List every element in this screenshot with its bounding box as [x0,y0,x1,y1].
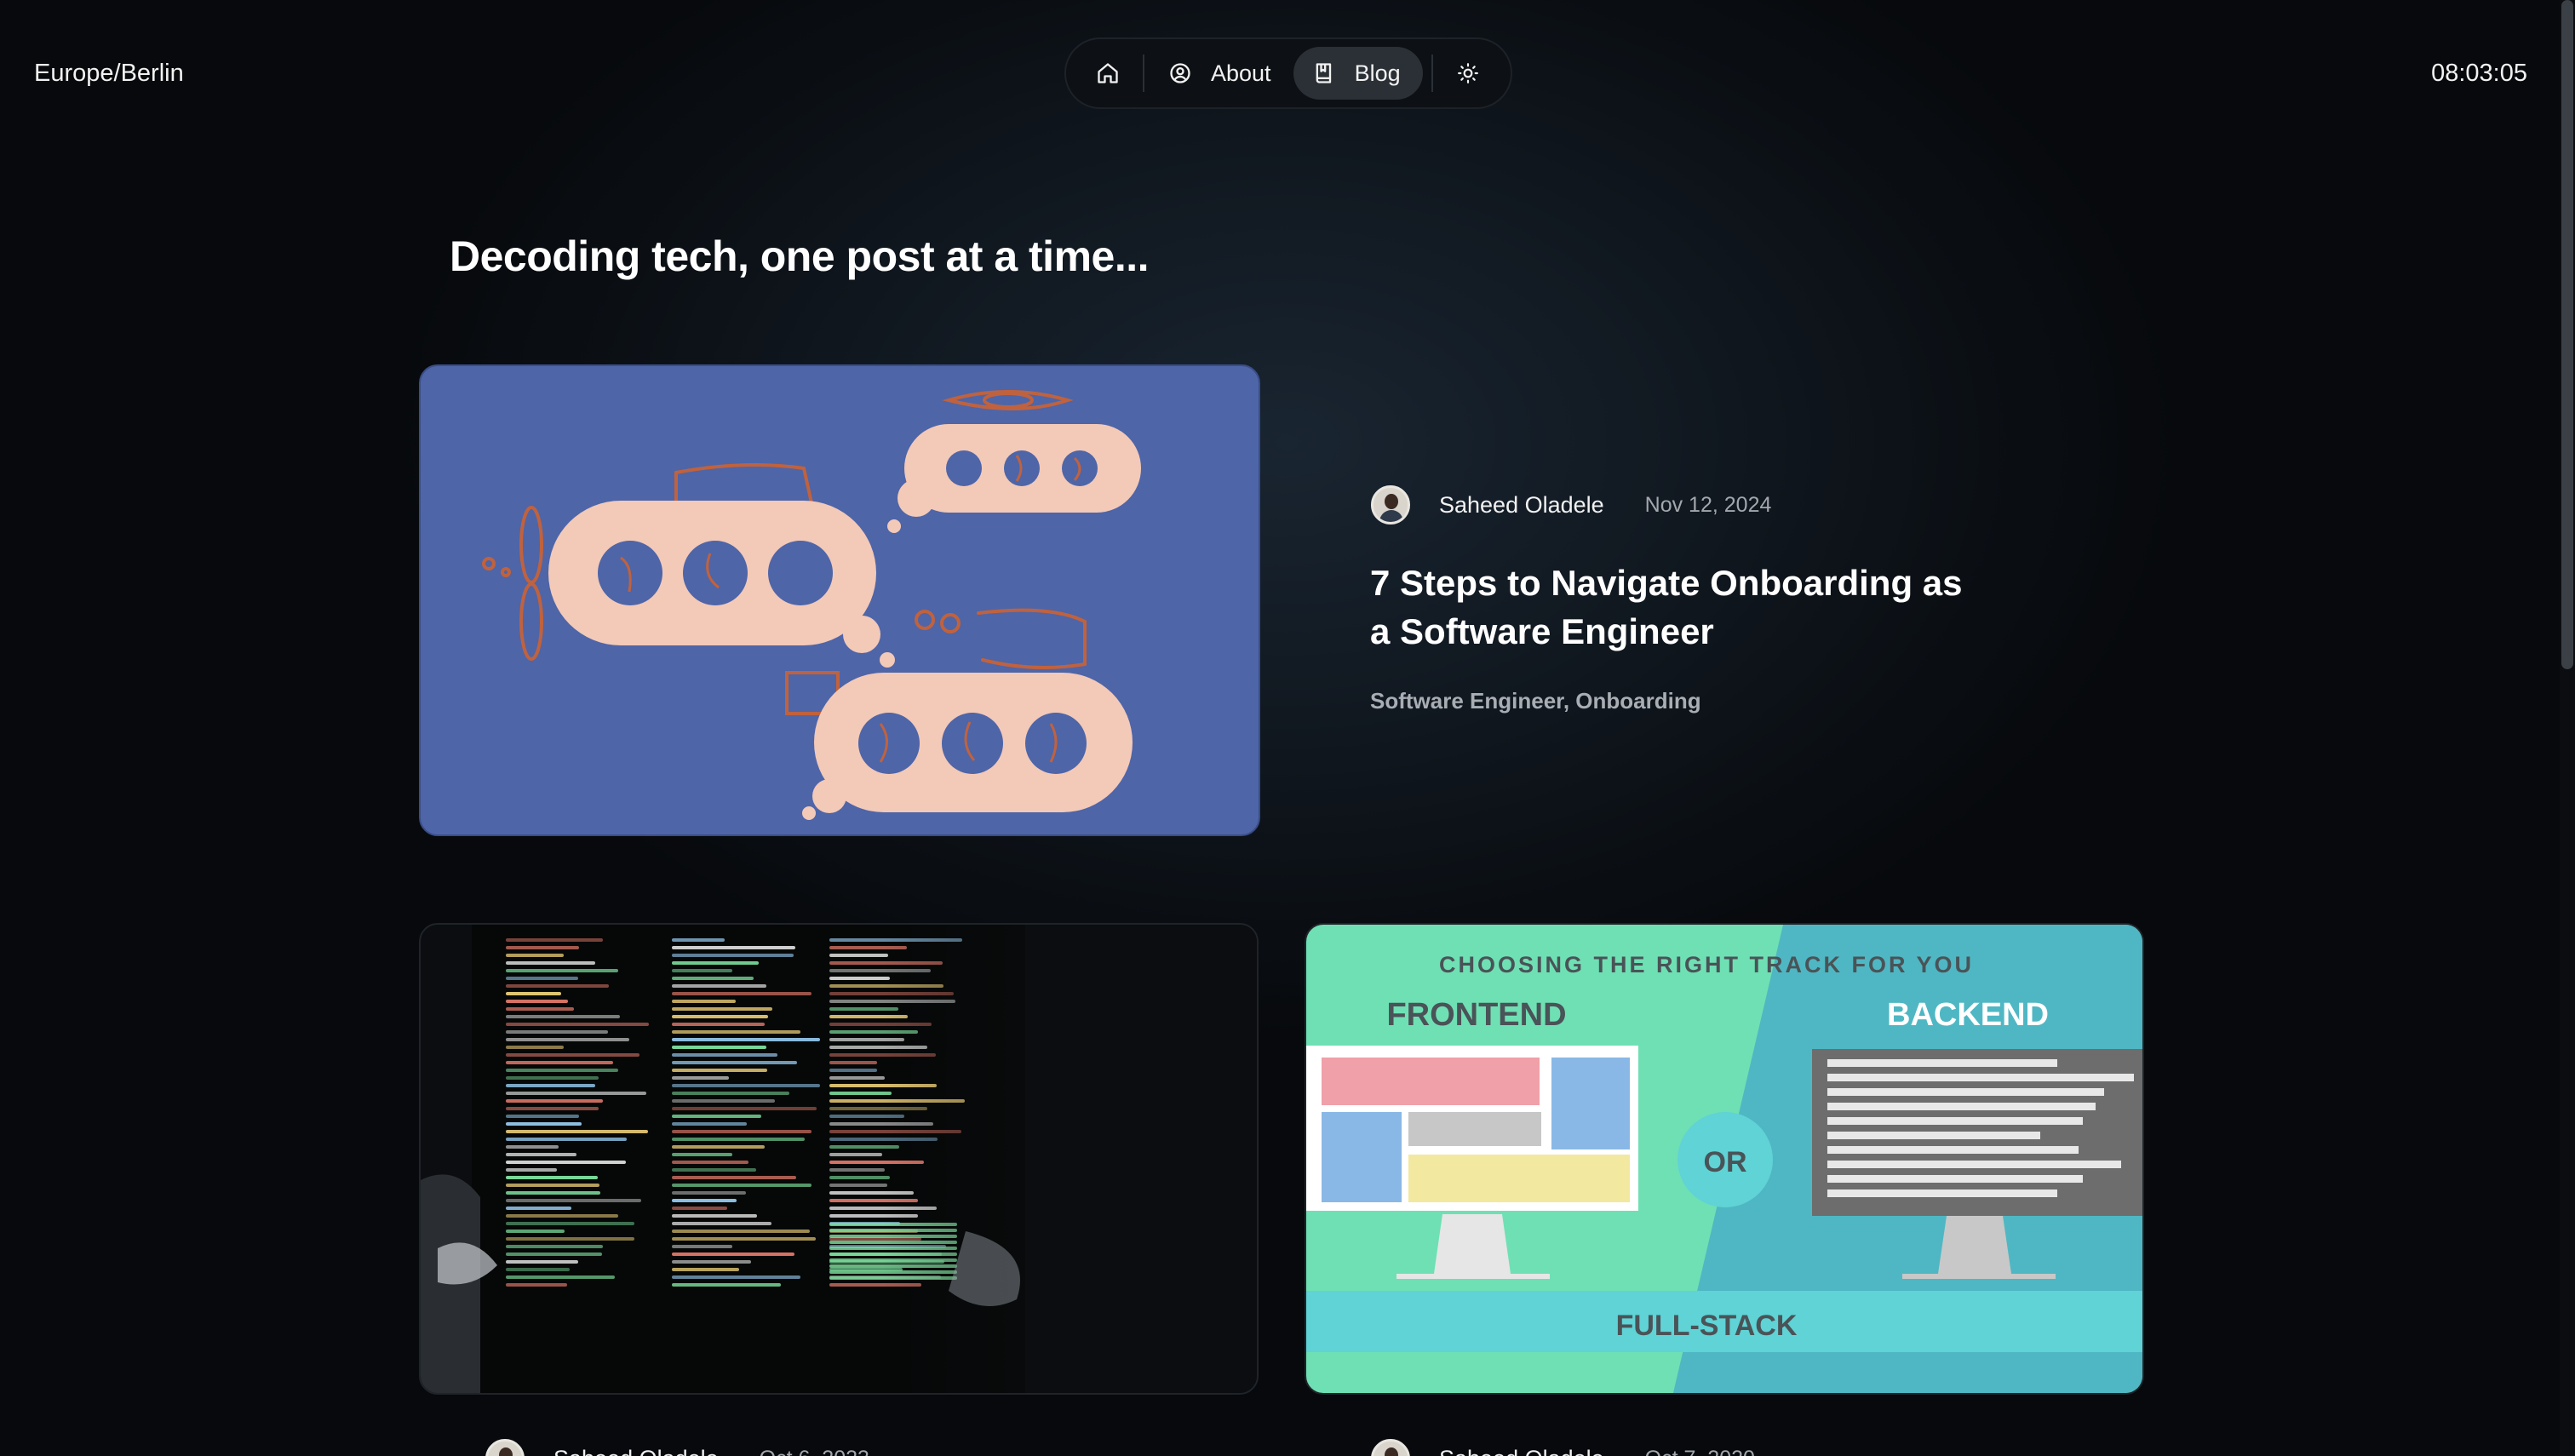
code-line [1827,1132,2040,1139]
post-meta: Saheed Oladele Oct 6, 2023 [485,1439,869,1456]
scrollbar-thumb[interactable] [2561,0,2573,669]
user-circle-icon [1168,61,1192,85]
post-image-terminal[interactable] [419,923,1259,1395]
nav-about-label: About [1211,60,1271,86]
post-author: Saheed Oladele [1439,1446,1604,1456]
featured-post-meta: Saheed Oladele Nov 12, 2024 [1371,485,1771,525]
avatar [1371,1439,1410,1456]
code-line [1827,1175,2083,1183]
avatar [1371,485,1410,525]
nav-blog-link[interactable]: Blog [1293,47,1423,100]
post-author: Saheed Oladele [1439,491,1604,518]
post-image-tracks[interactable]: CHOOSING THE RIGHT TRACK FOR YOU FRONTEN… [1305,923,2144,1395]
code-line [1827,1103,2096,1110]
theme-toggle-button[interactable] [1442,47,1494,100]
track-heading: CHOOSING THE RIGHT TRACK FOR YOU [1439,952,1974,977]
post-date: Oct 7, 2020 [1645,1447,1755,1456]
featured-post-title-link[interactable]: 7 Steps to Navigate Onboarding as a Soft… [1370,559,1983,656]
post-meta: Saheed Oladele Oct 7, 2020 [1371,1439,1755,1456]
post-date: Oct 6, 2023 [760,1447,869,1456]
post-author: Saheed Oladele [553,1446,719,1456]
post-tags: Software Engineer, Onboarding [1370,688,1701,714]
code-line [1827,1074,2134,1081]
chat-bubbles-illustration [482,390,1141,820]
avatar [485,1439,525,1456]
main-nav: About Blog [1064,37,1512,109]
code-line [1827,1146,2079,1154]
top-bar: Europe/Berlin About Blog 08:03:05 [0,0,2575,145]
code-line [1827,1059,2057,1067]
or-label: OR [1704,1146,1747,1178]
frontend-backend-illustration: CHOOSING THE RIGHT TRACK FOR YOU FRONTEN… [1306,925,2142,1393]
home-icon [1096,61,1120,85]
backend-label: BACKEND [1887,997,2049,1033]
book-icon [1312,61,1336,85]
nav-blog-label: Blog [1354,60,1401,86]
sun-icon [1457,62,1479,84]
code-line [1827,1189,2057,1197]
page-scrollbar[interactable] [2560,0,2575,1456]
nav-about-link[interactable]: About [1153,47,1293,100]
frontend-label: FRONTEND [1386,997,1566,1033]
post-date: Nov 12, 2024 [1644,492,1772,517]
code-line [1827,1117,2083,1125]
code-line [1827,1161,2121,1168]
code-line [1827,1088,2104,1096]
featured-post-image[interactable] [419,364,1260,836]
background-glow [0,0,2575,1456]
clock: 08:03:05 [2431,60,2527,87]
page-title: Decoding tech, one post at a time... [450,232,1150,280]
nav-divider [1143,54,1144,92]
nav-divider [1431,54,1433,92]
fullstack-label: FULL-STACK [1616,1310,1798,1342]
nav-home-link[interactable] [1081,47,1134,100]
timezone-label: Europe/Berlin [34,60,184,87]
